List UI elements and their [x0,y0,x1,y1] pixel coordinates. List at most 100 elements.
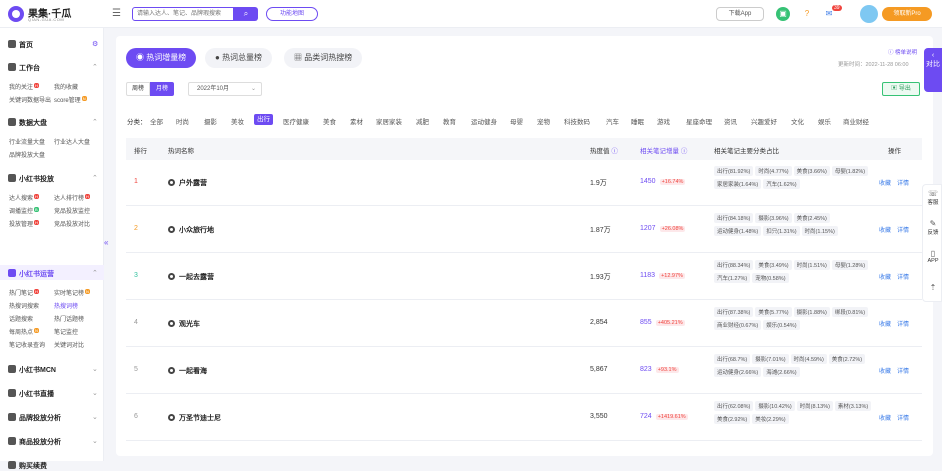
back-to-top-button[interactable]: ⇡ [923,283,942,292]
category-item[interactable]: 摄影 [204,116,217,126]
sidebar-item-hot-notes[interactable]: 热门笔记 H [9,288,39,297]
category-item[interactable]: 文化 [791,116,804,126]
category-item[interactable]: 宠物 [537,116,550,126]
tab-increment-rank[interactable]: ◉ 热词增量榜 [126,48,197,68]
settings-icon[interactable]: ⚙ [92,40,98,48]
category-item[interactable]: 兴趣爱好 [751,116,777,126]
download-app-button[interactable]: 下载App [716,7,764,21]
collapse-sidebar-icon[interactable]: « [104,238,108,247]
sidebar-section-data-board[interactable]: 数据大盘 [8,118,47,128]
compare-panel-button[interactable]: ‹ 对比 [924,48,942,92]
feature-map-button[interactable]: 功能地图 [266,7,318,21]
hot-word[interactable]: 小众旅行地 [168,225,214,235]
table-row[interactable]: 4 观光车 2,854 855 +405.21% 出行(87.38%) 美食(5.77%) 摄… [126,301,922,347]
export-button[interactable]: ▣ 导出 [882,82,920,96]
category-item[interactable]: 家居家装 [376,116,402,126]
category-item[interactable]: 娱乐 [818,116,831,126]
shop-icon[interactable]: ▣ [776,7,790,21]
sidebar-item-kol-search[interactable]: 达人搜索 H [9,193,39,202]
sidebar-item-weekly-hot[interactable]: 每周热点 N [9,327,39,336]
avatar[interactable] [860,5,878,23]
chevron-up-icon[interactable]: ⌃ [92,118,98,126]
hot-word[interactable]: 户外露营 [168,178,207,188]
favorite-link[interactable]: 收藏 [879,369,891,375]
sidebar-item-keyword-compare[interactable]: 关键词对比 [54,340,84,349]
sidebar-item-competitor-monitor[interactable]: 竞品投放监控 [54,206,90,215]
favorite-link[interactable]: 收藏 [879,322,891,328]
logo-icon[interactable] [8,6,24,22]
sidebar-item-monitor[interactable]: 调播监控 B [9,206,39,215]
tab-category-rank[interactable]: ▦ 品类词热搜榜 [284,48,363,68]
category-item[interactable]: 素材 [350,116,363,126]
sidebar-item-realtime-notes[interactable]: 实时笔记榜 N [54,288,90,297]
table-row[interactable]: 5 一起看海 5,867 823 +93.1% 出行(68.7%) 摄影(7.01%) 时尚(… [126,348,922,394]
rank-note-link[interactable]: ⓘ 榜单说明 [888,48,917,56]
category-item[interactable]: 医疗健康 [283,116,309,126]
category-item[interactable]: 星座命理 [686,116,712,126]
sidebar-item-industry-kol[interactable]: 行业达人大盘 [54,137,90,146]
table-row[interactable]: 6 万圣节迪士尼 3,550 724 +1419.61% 出行(62.08%) 摄影(10.… [126,395,922,441]
sidebar-item-my-follow[interactable]: 我的关注 H [9,82,39,91]
sidebar-item-hot-search[interactable]: 热搜词搜索 [9,301,39,310]
app-button[interactable]: ▯ APP [923,249,942,264]
sidebar-section-purchase[interactable]: 购买续费 [8,461,47,471]
sidebar-item-ads-manage[interactable]: 投放管理 H [9,219,39,228]
sidebar-item-competitor-compare[interactable]: 竞品投放对比 [54,219,90,228]
sidebar-section-xhs-ops[interactable]: 小红书运营 [8,269,54,279]
chevron-down-icon[interactable]: ⌄ [92,413,98,421]
category-item[interactable]: 教育 [443,116,456,126]
tab-total-rank[interactable]: ● 热词总量榜 [205,48,273,68]
category-item[interactable]: 资讯 [724,116,737,126]
sidebar-item-note-index[interactable]: 笔记收录查询 [9,340,45,349]
feedback-button[interactable]: ✎ 反馈 [923,219,942,236]
month-rank-button[interactable]: 月榜 [150,82,174,96]
detail-link[interactable]: 详情 [897,181,909,187]
menu-icon[interactable]: ☰ [112,8,121,19]
column-note-increment[interactable]: 相关笔记增量 ⓘ [640,145,687,155]
chevron-up-icon[interactable]: ⌃ [92,174,98,182]
sidebar-item-keyword-export[interactable]: 关键词数据导出 [9,95,51,104]
category-item[interactable]: 汽车 [606,116,619,126]
category-item[interactable]: 全部 [150,116,163,126]
search-button[interactable]: ⌕ [234,7,258,21]
favorite-link[interactable]: 收藏 [879,228,891,234]
favorite-link[interactable]: 收藏 [879,181,891,187]
column-heat[interactable]: 热度值 ⓘ [590,145,618,155]
category-item[interactable]: 商业财经 [843,116,869,126]
week-rank-button[interactable]: 周榜 [126,82,150,96]
table-row[interactable]: 2 小众旅行地 1.87万 1207 +26.08% 出行(84.18%) 摄影(3.96%… [126,207,922,253]
sidebar-item-brand-board[interactable]: 品牌投放大盘 [9,150,45,159]
sidebar-section-home[interactable]: 首页 [8,40,33,50]
sidebar-section-product-analysis[interactable]: 商品投放分析 [8,437,61,447]
sidebar-item-kol-rank[interactable]: 达人排行榜 H [54,193,90,202]
hot-word[interactable]: 万圣节迪士尼 [168,413,221,423]
sidebar-section-workbench[interactable]: 工作台 [8,63,40,73]
detail-link[interactable]: 详情 [897,322,909,328]
sidebar-section-xhs-ads[interactable]: 小红书投放 [8,174,54,184]
service-button[interactable]: ☏ 客服 [923,189,942,206]
table-row[interactable]: 1 户外露营 1.9万 1450 +16.74% 出行(81.92%) 时尚(4.77%) 美… [126,160,922,206]
category-item[interactable]: 运动健身 [471,116,497,126]
detail-link[interactable]: 详情 [897,369,909,375]
favorite-link[interactable]: 收藏 [879,416,891,422]
detail-link[interactable]: 详情 [897,275,909,281]
category-item[interactable]: 游戏 [657,116,670,126]
category-item[interactable]: 睡眠 [631,116,644,126]
category-item[interactable]: 美妆 [231,116,244,126]
sidebar-section-mcn[interactable]: 小红书MCN [8,365,56,375]
category-item[interactable]: 科技数码 [564,116,590,126]
category-item[interactable]: 母婴 [510,116,523,126]
table-row[interactable]: 3 一起去露营 1.93万 1183 +12.97% 出行(88.34%) 美食(3.49%… [126,254,922,300]
favorite-link[interactable]: 收藏 [879,275,891,281]
hot-word[interactable]: 观光车 [168,319,200,329]
chevron-down-icon[interactable]: ⌄ [92,437,98,445]
chevron-up-icon[interactable]: ⌃ [92,63,98,71]
sidebar-item-topic-search[interactable]: 话题搜索 [9,314,33,323]
sidebar-item-industry-traffic[interactable]: 行业流量大盘 [9,137,45,146]
detail-link[interactable]: 详情 [897,228,909,234]
category-item[interactable]: 出行 [254,114,273,125]
detail-link[interactable]: 详情 [897,416,909,422]
sidebar-item-my-favorites[interactable]: 我的收藏 [54,82,78,91]
sidebar-section-brand-analysis[interactable]: 品牌投放分析 [8,413,61,423]
hot-word[interactable]: 一起看海 [168,366,207,376]
